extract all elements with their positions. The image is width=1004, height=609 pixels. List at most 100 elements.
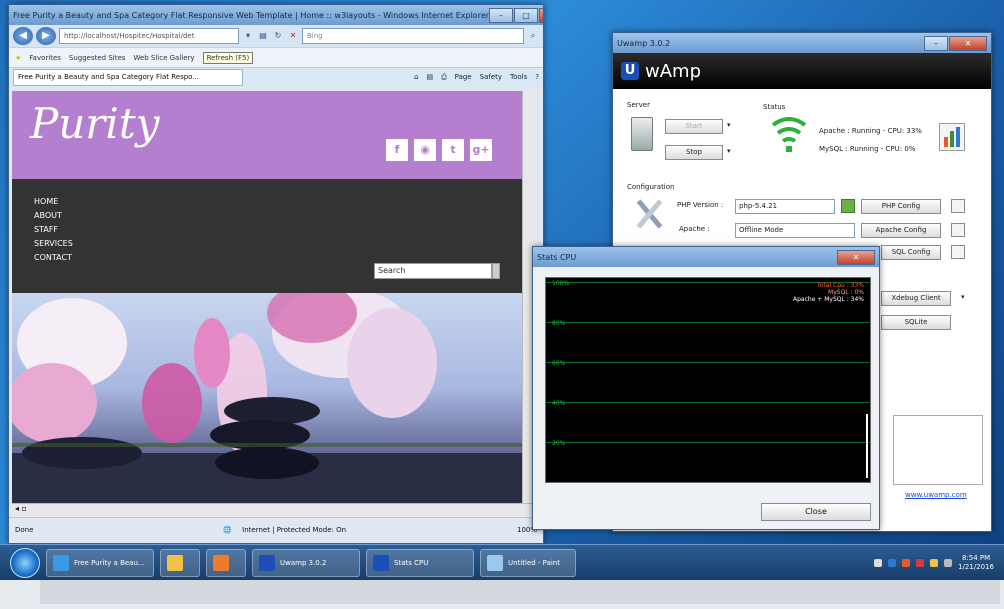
folder-icon	[167, 554, 183, 571]
php-extension-icon[interactable]	[841, 199, 855, 213]
tray-volume-icon[interactable]	[944, 558, 953, 567]
mysql-status: MySQL : Running - CPU: 0%	[819, 145, 916, 153]
horizontal-scrollbar[interactable]: ◂ ▫	[12, 503, 536, 517]
tab-purity[interactable]: Free Purity a Beauty and Spa Category Fl…	[13, 69, 243, 86]
apache-config-option[interactable]	[951, 223, 965, 237]
stats-cpu-window[interactable]: Stats CPU ✕ 100% 80% 60% 40% 20% Total C…	[532, 246, 880, 530]
back-button[interactable]: ◀	[13, 27, 33, 45]
uwamp-website-link[interactable]: www.uwamp.com	[905, 491, 967, 499]
grid-line-80	[546, 322, 870, 323]
search-field[interactable]: Bing	[302, 28, 524, 44]
site-search-input[interactable]: Search	[374, 263, 492, 279]
apache-label: Apache :	[679, 225, 710, 233]
wamp-header: U wAmp	[613, 53, 991, 89]
apache-config-button[interactable]: Apache Config	[861, 223, 941, 238]
stats-titlebar[interactable]: Stats CPU ✕	[533, 247, 879, 267]
forward-button[interactable]: ▶	[36, 27, 56, 45]
close-button[interactable]: ✕	[539, 7, 543, 23]
php-config-button[interactable]: PHP Config	[861, 199, 941, 214]
browser-window[interactable]: Free Purity a Beauty and Spa Category Fl…	[8, 4, 544, 544]
stats-chart-button[interactable]	[939, 123, 965, 151]
minimize-button[interactable]: –	[489, 7, 514, 23]
google-plus-icon[interactable]: g+	[470, 139, 492, 161]
address-field[interactable]: http://localhost/Hospitec/Hospital/det	[59, 28, 239, 44]
tray-network-icon[interactable]	[888, 558, 897, 567]
start-button[interactable]: Start	[665, 119, 723, 134]
feeds-icon[interactable]: ▤	[426, 73, 433, 82]
nav-staff[interactable]: STAFF	[34, 225, 522, 239]
taskbar-item-ie[interactable]: Free Purity a Beau...	[46, 548, 154, 577]
php-version-label: PHP Version :	[677, 201, 724, 209]
uwamp-icon	[259, 554, 275, 571]
favorites-button[interactable]: Favorites	[29, 54, 61, 62]
apache-mode-select[interactable]: Offline Mode	[735, 223, 855, 238]
grid-label-80: 80%	[552, 320, 566, 327]
clock[interactable]: 8:54 PM 1/21/2016	[958, 554, 994, 572]
wamp-minimize-button[interactable]: –	[924, 35, 948, 51]
stats-close-button[interactable]: Close	[761, 503, 871, 521]
nav-home[interactable]: HOME	[34, 197, 522, 211]
php-version-select[interactable]: php-5.4.21	[735, 199, 835, 214]
cpu-usage-line	[866, 414, 868, 478]
grid-label-60: 60%	[552, 360, 566, 367]
web-slice-link[interactable]: Web Slice Gallery	[133, 54, 194, 62]
orchid-illustration	[12, 293, 522, 503]
taskbar-item-explorer[interactable]	[160, 548, 200, 577]
stats-title: Stats CPU	[537, 252, 577, 262]
address-dropdown-icon[interactable]: ▾	[242, 29, 254, 43]
help-icon[interactable]: ?	[535, 73, 539, 82]
site-search-button[interactable]	[492, 263, 500, 279]
tools-menu[interactable]: Tools	[510, 73, 527, 82]
home-icon[interactable]: ⌂	[414, 73, 418, 82]
page-menu[interactable]: Page	[455, 73, 472, 82]
wamp-close-button[interactable]: ✕	[949, 35, 987, 51]
facebook-icon[interactable]: f	[386, 139, 408, 161]
refresh-tooltip: Refresh (F5)	[202, 51, 254, 64]
tray-arrow-icon[interactable]	[874, 558, 883, 567]
stop-dropdown-icon[interactable]: ▾	[727, 147, 731, 155]
browser-titlebar[interactable]: Free Purity a Beauty and Spa Category Fl…	[9, 5, 543, 25]
server-label: Server	[627, 101, 650, 109]
nav-about[interactable]: ABOUT	[34, 211, 522, 225]
taskbar-item-paint[interactable]: Untitled - Paint	[480, 548, 576, 577]
start-button[interactable]	[10, 547, 40, 578]
taskbar-label-paint: Untitled - Paint	[508, 558, 560, 567]
sqlite-button[interactable]: SQLite	[881, 315, 951, 330]
security-zone[interactable]: Internet | Protected Mode: On	[242, 526, 346, 534]
tools-icon	[635, 197, 665, 231]
nav-services[interactable]: SERVICES	[34, 239, 522, 253]
stop-button[interactable]: Stop	[665, 145, 723, 160]
tray-security-icon[interactable]	[902, 558, 911, 567]
site-logo[interactable]: Purity	[30, 99, 159, 148]
favorites-star-icon[interactable]: ★	[15, 54, 21, 62]
site-header: Purity f ◉ t g+	[12, 91, 522, 179]
wamp-log-box[interactable]	[893, 415, 983, 485]
tray-flag-icon[interactable]	[916, 558, 925, 567]
rss-icon[interactable]: ◉	[414, 139, 436, 161]
refresh-icon[interactable]: ↻	[272, 29, 284, 43]
print-icon[interactable]: ⎙	[441, 73, 447, 82]
xdebug-dropdown-icon[interactable]: ▾	[961, 293, 965, 301]
taskbar-item-stats[interactable]: Stats CPU	[366, 548, 474, 577]
server-icon	[631, 117, 653, 151]
mysql-config-button[interactable]: SQL Config	[881, 245, 941, 260]
stats-close-x-button[interactable]: ✕	[837, 249, 875, 265]
web-page[interactable]: Purity f ◉ t g+ HOME ABOUT STAFF SERVICE…	[12, 91, 522, 503]
php-config-option[interactable]	[951, 199, 965, 213]
maximize-button[interactable]: □	[514, 7, 539, 23]
compatibility-icon[interactable]: ▤	[257, 29, 269, 43]
wamp-titlebar[interactable]: Uwamp 3.0.2 – ✕	[613, 33, 991, 53]
safety-menu[interactable]: Safety	[480, 73, 502, 82]
tray-app-icon[interactable]	[930, 558, 939, 567]
start-dropdown-icon[interactable]: ▾	[727, 121, 731, 129]
twitter-icon[interactable]: t	[442, 139, 464, 161]
xdebug-client-button[interactable]: Xdebug Client	[881, 291, 951, 306]
mysql-config-option[interactable]	[951, 245, 965, 259]
taskbar-label-ie: Free Purity a Beau...	[74, 558, 145, 567]
taskbar-item-media[interactable]	[206, 548, 246, 577]
taskbar-item-uwamp[interactable]: Uwamp 3.0.2	[252, 548, 360, 577]
stop-icon[interactable]: ✕	[287, 29, 299, 43]
suggested-sites-link[interactable]: Suggested Sites	[69, 54, 126, 62]
search-icon[interactable]: ⌕	[527, 29, 539, 43]
stats-window-controls: ✕	[837, 249, 875, 265]
